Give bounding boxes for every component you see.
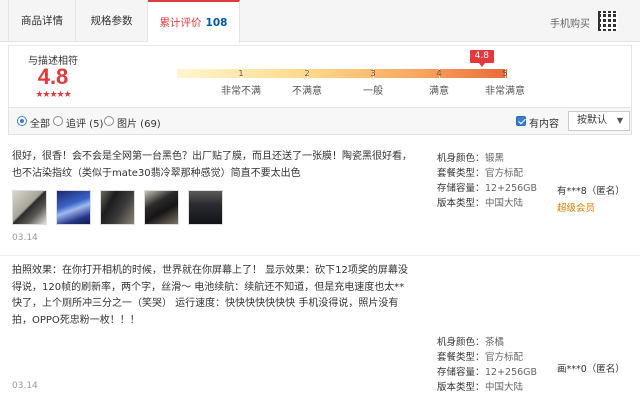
sort-label: 按默认	[577, 115, 607, 126]
tab-label: 规格参数	[90, 15, 133, 27]
attr-value: 12+256GB	[485, 367, 538, 378]
filter-followup-radio[interactable]	[53, 116, 63, 126]
scale-number: 3	[370, 69, 376, 78]
attr-value: 中国大陆	[485, 382, 524, 393]
attr-row: 版本类型：中国大陆	[437, 196, 537, 211]
review-date: 03.14	[12, 233, 38, 243]
attr-value: 官方标配	[485, 168, 524, 179]
filter-followup-label[interactable]: 追评 (5)	[66, 115, 103, 130]
attr-value: 锻黑	[485, 153, 505, 164]
attr-row: 机身颜色：锻黑	[437, 151, 537, 166]
attr-key: 存储容量：	[437, 183, 485, 194]
review-images	[12, 190, 223, 225]
rating-score: 4.8	[37, 64, 69, 89]
tab-reviews[interactable]: 累计评价 108	[148, 0, 240, 43]
attr-value: 中国大陆	[485, 198, 524, 209]
filter-images-label[interactable]: 图片 (69)	[117, 115, 161, 130]
review-image-2[interactable]	[56, 190, 91, 225]
attr-key: 机身颜色：	[437, 337, 485, 348]
phone-buy-link[interactable]: 手机购买	[550, 15, 590, 30]
review-count: 108	[205, 17, 228, 29]
qr-code-icon[interactable]	[598, 11, 618, 31]
reviewer-name: 有***8（匿名）	[557, 186, 625, 197]
filter-all-label[interactable]: 全部	[30, 115, 50, 130]
attr-value: 12+256GB	[485, 183, 538, 194]
review-text: 拍照效果：在你打开相机的时候，世界就在你屏幕上了！ 显示效果：砍下12项奖的屏幕…	[12, 265, 408, 326]
attr-key: 存储容量：	[437, 367, 485, 378]
member-level: 超级会员	[557, 203, 596, 214]
has-content-label[interactable]: 有内容	[529, 115, 559, 130]
tab-label: 商品详情	[21, 15, 63, 27]
review-divider	[0, 255, 640, 256]
rating-summary: 与描述相符 4.8 ★★★★★ 4.8 1 非常不满 2 不满意 3 一般 4 满意 5 非常满意	[8, 45, 632, 107]
attr-row: 套餐类型：官方标配	[437, 350, 537, 365]
scale-number: 5	[502, 69, 508, 78]
scale-number: 2	[304, 69, 310, 78]
review-text: 很好，很香！会不会是全网第一台黑色？出厂贴了膜，而且还送了一张膜！陶瓷黑很好看，…	[12, 151, 412, 179]
scale-number: 1	[238, 69, 244, 78]
has-content-checkbox[interactable]	[516, 116, 526, 126]
scale-label: 非常不满	[221, 86, 261, 97]
attr-row: 版本类型：中国大陆	[437, 380, 537, 395]
scale-label: 不满意	[292, 86, 322, 97]
rating-box: 与描述相符 4.8 ★★★★★	[9, 46, 97, 108]
attr-row: 存储容量：12+256GB	[437, 365, 537, 380]
rating-pointer: 4.8	[469, 50, 494, 67]
scale-label: 满意	[429, 86, 449, 97]
sort-dropdown[interactable]: 按默认 ▼	[568, 111, 630, 131]
review-image-4[interactable]	[144, 190, 179, 225]
tab-product-details[interactable]: 商品详情	[8, 0, 76, 42]
chevron-down-icon: ▼	[616, 116, 623, 125]
attr-key: 套餐类型：	[437, 168, 485, 179]
review-image-1[interactable]	[12, 190, 47, 225]
attr-row: 套餐类型：官方标配	[437, 166, 537, 181]
reviewer-name: 画***0（匿名）	[557, 364, 625, 375]
rating-gradient-bar	[177, 69, 507, 78]
filter-images-radio[interactable]	[104, 116, 114, 126]
attr-value: 茶橘	[485, 337, 505, 348]
review-attributes: 机身颜色：锻黑 套餐类型：官方标配 存储容量：12+256GB 版本类型：中国大…	[437, 151, 537, 211]
attr-key: 套餐类型：	[437, 352, 485, 363]
attr-row: 存储容量：12+256GB	[437, 181, 537, 196]
review-date: 03.14	[12, 381, 38, 391]
attr-row: 机身颜色：茶橘	[437, 335, 537, 350]
attr-key: 机身颜色：	[437, 153, 485, 164]
tab-bar: 商品详情 规格参数 累计评价 108 手机购买	[0, 0, 640, 43]
attr-value: 官方标配	[485, 352, 524, 363]
review-image-3[interactable]	[100, 190, 135, 225]
scale-number: 4	[436, 69, 442, 78]
rating-stars: ★★★★★	[35, 90, 71, 100]
attr-key: 版本类型：	[437, 382, 485, 393]
scale-label: 一般	[363, 86, 383, 97]
review-image-5[interactable]	[188, 190, 223, 225]
filter-bar: 全部 追评 (5) 图片 (69) 有内容 按默认 ▼	[8, 107, 632, 135]
scale-label: 非常满意	[485, 86, 525, 97]
tab-label: 累计评价	[159, 17, 202, 29]
review-attributes: 机身颜色：茶橘 套餐类型：官方标配 存储容量：12+256GB 版本类型：中国大…	[437, 335, 537, 395]
filter-all-radio[interactable]	[17, 116, 27, 126]
attr-key: 版本类型：	[437, 198, 485, 209]
tab-specs[interactable]: 规格参数	[76, 0, 148, 42]
